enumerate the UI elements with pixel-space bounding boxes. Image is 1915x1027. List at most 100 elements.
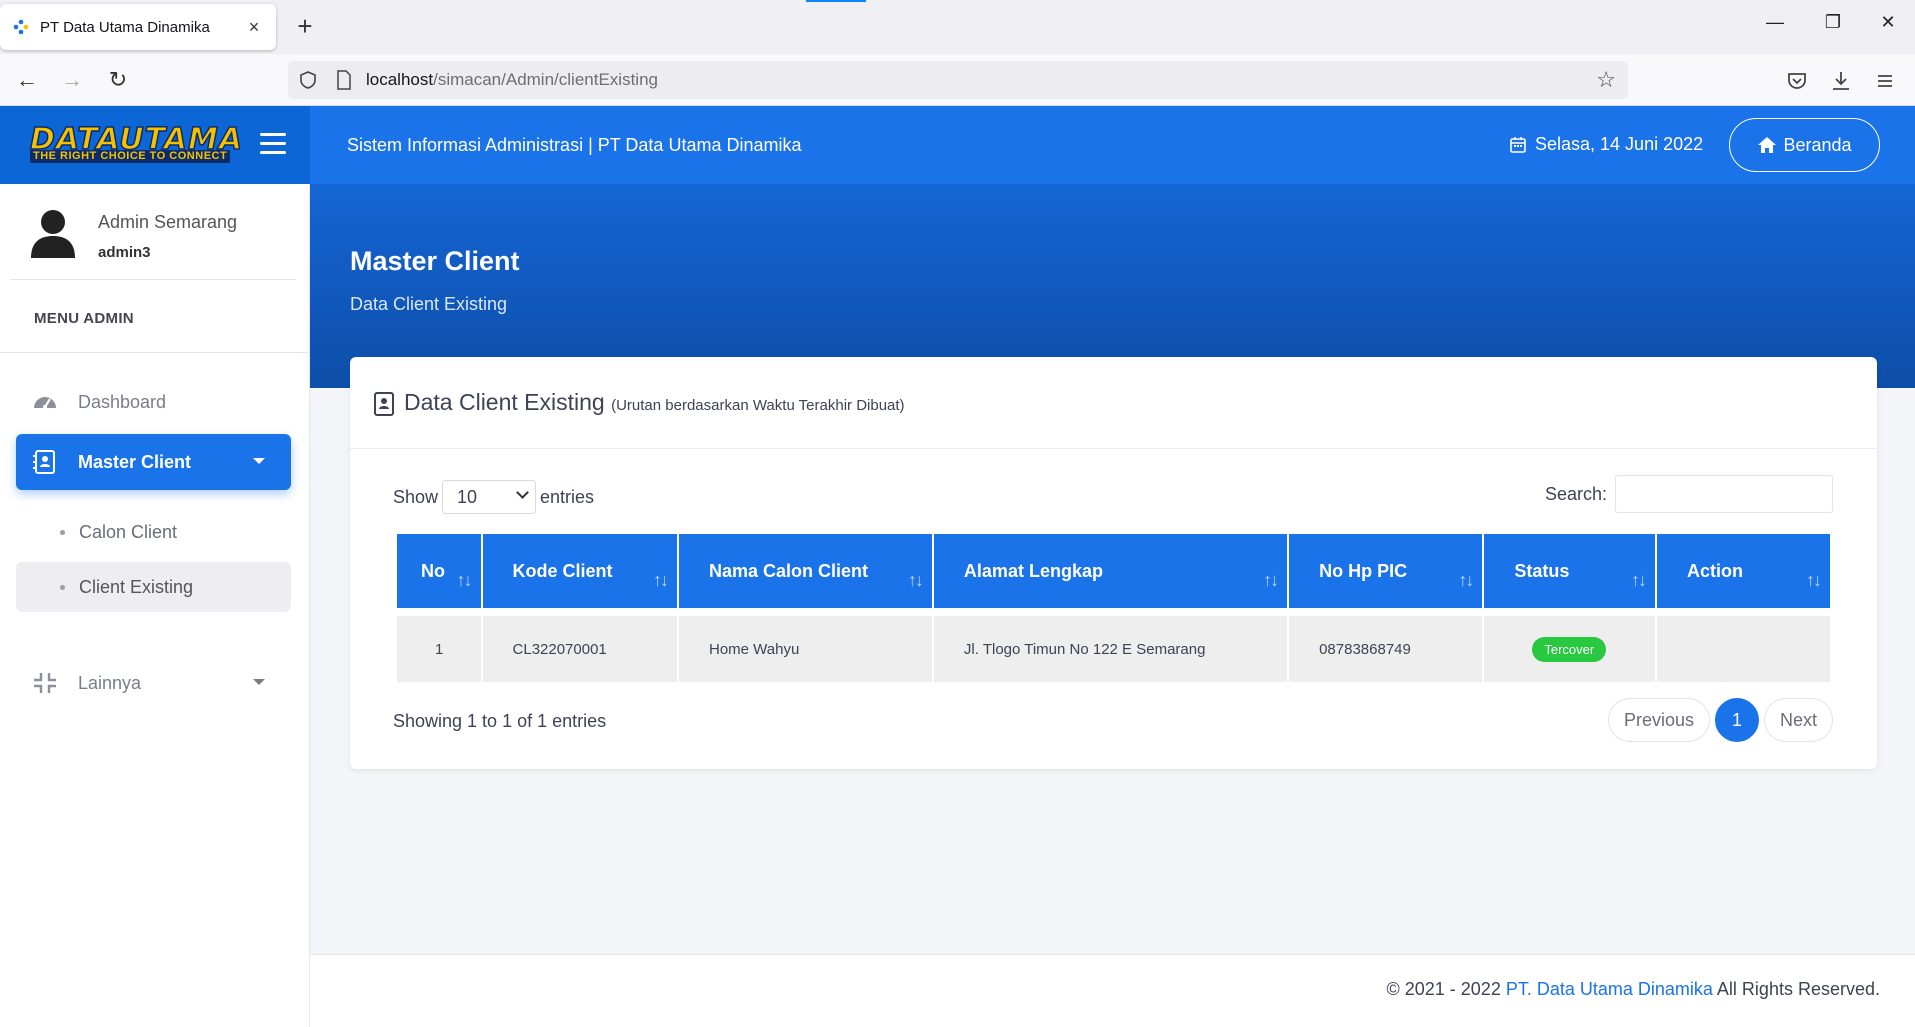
table-row: 1 CL322070001 Home Wahyu Jl. Tlogo Timun… [397,608,1830,682]
close-window-button[interactable]: ✕ [1873,12,1903,33]
card-title-text: Data Client Existing [404,389,605,415]
beranda-button[interactable]: Beranda [1729,118,1880,172]
bullet-icon [60,584,65,590]
column-header-no[interactable]: No ↑↓ [397,534,481,608]
copyright-prefix: © 2021 - 2022 [1386,979,1506,999]
contact-book-icon [374,392,394,416]
shield-icon[interactable] [298,70,318,90]
user-avatar-icon [31,210,75,258]
sidebar-item-lainnya[interactable]: Lainnya [16,655,291,711]
address-bar[interactable]: localhost/simacan/Admin/clientExisting ☆ [288,61,1628,99]
top-bar: Sistem Informasi Administrasi | PT Data … [310,106,1915,184]
subitem-label: Calon Client [79,521,178,542]
calendar-icon [1510,137,1526,153]
pocket-icon[interactable] [1784,68,1810,94]
sort-icon: ↑↓ [652,570,669,590]
client-table: No ↑↓ Kode Client ↑↓ Nama Calon Client ↑↓ A… [395,534,1832,682]
copyright-suffix: All Rights Reserved. [1712,979,1880,999]
reload-button[interactable]: ↻ [103,66,133,94]
bullet-icon [60,529,65,535]
next-page-button[interactable]: Next [1763,698,1833,742]
sort-icon: ↑↓ [1630,570,1647,590]
table-header-row: No ↑↓ Kode Client ↑↓ Nama Calon Client ↑↓ A… [397,534,1830,608]
tab-close-icon[interactable]: × [244,17,264,38]
entries-label: entries [540,486,595,507]
card-title-note: (Urutan berdasarkan Waktu Terakhir Dibua… [611,397,905,414]
sidebar-subitem-client-existing[interactable]: Client Existing [16,562,291,612]
date-text: Selasa, 14 Juni 2022 [1535,134,1704,154]
home-icon [1758,137,1777,153]
column-header-nama-calon-client[interactable]: Nama Calon Client ↑↓ [678,534,932,608]
tab-strip-accent [806,0,866,2]
minimize-button[interactable]: — [1760,12,1790,33]
logo-tagline: THE RIGHT CHOICE TO CONNECT [30,150,231,163]
menu-heading: MENU ADMIN [34,310,134,327]
sort-icon: ↑↓ [1806,570,1822,590]
card-title: Data Client Existing (Urutan berdasarkan… [404,389,905,416]
app-menu-icon[interactable] [1872,68,1898,94]
sidebar-item-dashboard[interactable]: Dashboard [16,374,291,430]
sidebar-subitem-calon-client[interactable]: Calon Client [16,507,291,557]
column-header-alamat-lengkap[interactable]: Alamat Lengkap ↑↓ [933,534,1288,608]
footer: © 2021 - 2022 PT. Data Utama Dinamika Al… [310,954,1915,1027]
gauge-icon [34,397,56,409]
search-control: Search: [1545,475,1833,513]
current-date: Selasa, 14 Juni 2022 [1510,134,1703,155]
sidebar-item-label: Master Client [78,451,192,472]
new-tab-button[interactable]: + [290,12,320,42]
url-host: localhost [366,70,434,89]
cell-kode-client: CL322070001 [482,608,677,682]
brand-bar: DATAUTAMA THE RIGHT CHOICE TO CONNECT [0,106,310,184]
show-label: Show [393,486,439,507]
entries-select[interactable]: 10 [442,480,537,514]
data-card: Data Client Existing (Urutan berdasarkan… [350,357,1877,769]
copyright-text: © 2021 - 2022 PT. Data Utama Dinamika Al… [1386,979,1880,1000]
browser-tab-strip: PT Data Utama Dinamika × + — ❐ ✕ [0,0,1915,54]
search-input[interactable] [1615,475,1833,513]
search-label: Search: [1544,483,1607,504]
status-badge: Tercover [1532,636,1607,662]
compress-icon [34,673,56,693]
page-1-button[interactable]: 1 [1714,698,1759,742]
forward-button[interactable]: → [57,66,87,94]
sidebar-item-label: Lainnya [78,672,142,693]
sidebar-item-master-client[interactable]: Master Client [16,434,291,490]
caret-down-icon [253,458,265,464]
favicon-icon [13,19,29,35]
cell-no-hp-pic: 08783868749 [1289,608,1483,682]
restore-button[interactable]: ❐ [1818,12,1848,33]
page-icon [337,70,351,90]
column-header-action[interactable]: Action ↑↓ [1656,534,1830,608]
url-text: localhost/simacan/Admin/clientExisting [366,70,658,90]
download-icon[interactable] [1828,68,1854,94]
browser-tab[interactable]: PT Data Utama Dinamika × [0,4,276,50]
cell-status: Tercover [1484,608,1655,682]
sidebar-toggle-icon[interactable] [260,133,286,155]
sort-icon: ↑↓ [456,570,473,590]
page-title: Master Client [350,246,520,276]
company-logo[interactable]: DATAUTAMA THE RIGHT CHOICE TO CONNECT [29,123,243,166]
cell-action [1656,608,1830,682]
bookmark-star-icon[interactable]: ☆ [1596,69,1616,91]
cell-no: 1 [397,608,481,682]
column-header-status[interactable]: Status ↑↓ [1484,534,1655,608]
sort-icon: ↑↓ [1263,570,1279,590]
company-link[interactable]: PT. Data Utama Dinamika [1506,979,1713,999]
card-header: Data Client Existing (Urutan berdasarkan… [350,357,1877,449]
sort-icon: ↑↓ [1458,570,1474,590]
back-button[interactable]: ← [12,66,42,94]
system-title: Sistem Informasi Administrasi | PT Data … [347,135,802,155]
sort-icon: ↑↓ [907,570,924,590]
beranda-label: Beranda [1783,134,1852,155]
column-header-no-hp-pic[interactable]: No Hp PIC ↑↓ [1289,534,1483,608]
url-path: /simacan/Admin/clientExisting [433,70,658,89]
browser-navbar: ← → ↻ localhost/simacan/Admin/clientExis… [0,54,1915,106]
subitem-label: Client Existing [79,576,194,597]
table-info: Showing 1 to 1 of 1 entries [393,711,607,731]
contact-book-icon [33,450,55,474]
previous-page-button[interactable]: Previous [1607,698,1710,742]
tab-title: PT Data Utama Dinamika [40,18,210,36]
sidebar: Admin Semarang admin3 MENU ADMIN Dashboa… [0,184,310,1027]
entries-length-control: Show 10 entries [393,480,594,514]
column-header-kode-client[interactable]: Kode Client ↑↓ [482,534,677,608]
